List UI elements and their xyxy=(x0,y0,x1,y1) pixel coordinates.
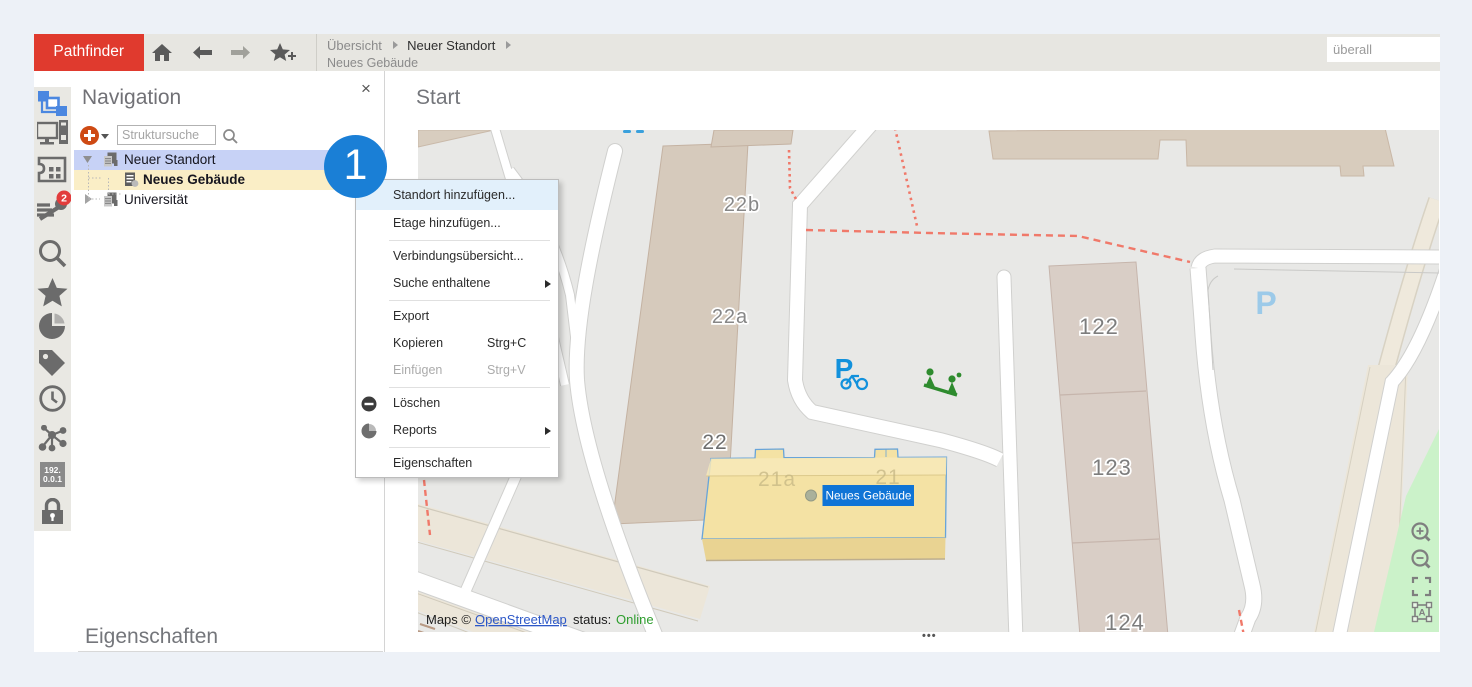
svg-text:status:: status: xyxy=(573,612,611,627)
svg-text:Maps ©: Maps © xyxy=(426,612,471,627)
svg-text:22: 22 xyxy=(702,431,727,454)
svg-text:123: 123 xyxy=(1092,455,1132,480)
svg-text:122: 122 xyxy=(1079,314,1119,339)
svg-text:21a: 21a xyxy=(758,468,796,491)
svg-text:2: 2 xyxy=(61,193,67,205)
svg-text:Online: Online xyxy=(616,612,654,627)
svg-text:OpenStreetMap: OpenStreetMap xyxy=(475,612,567,627)
svg-text:22b: 22b xyxy=(724,194,760,216)
svg-text:22a: 22a xyxy=(712,306,748,328)
svg-text:A: A xyxy=(1419,608,1426,619)
svg-text:124: 124 xyxy=(1105,610,1145,632)
svg-text:P: P xyxy=(1255,285,1276,321)
svg-text:Neues Gebäude: Neues Gebäude xyxy=(826,489,912,503)
